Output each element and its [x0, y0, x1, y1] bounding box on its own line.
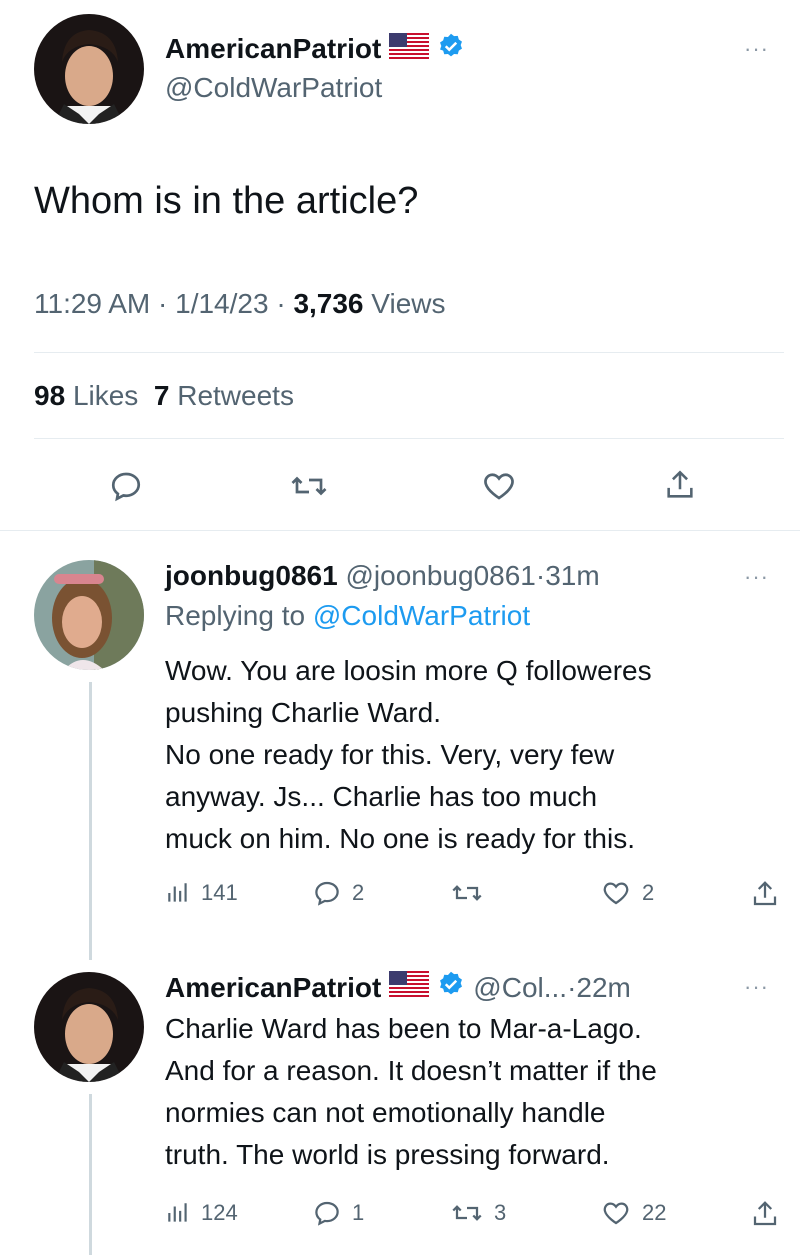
reply-text: Charlie Ward has been to Mar-a-Lago. And…	[165, 1013, 657, 1170]
views-icon	[168, 883, 187, 902]
retweet-button[interactable]: 3	[450, 1198, 506, 1228]
reply-icon	[315, 881, 339, 906]
retweets-count: 7	[153, 380, 170, 411]
likes-count: 98	[34, 380, 66, 411]
share-icon	[753, 1201, 777, 1226]
likes-count: 22	[642, 1200, 667, 1225]
divider	[34, 438, 784, 439]
retweet-icon	[291, 476, 327, 496]
heart-icon	[484, 473, 514, 500]
author-line: AmericanPatriot	[165, 32, 465, 65]
avatar[interactable]	[34, 972, 144, 1082]
retweet-button[interactable]	[289, 468, 329, 509]
separator: ·	[567, 971, 577, 1003]
separator: ·	[158, 288, 168, 319]
display-name[interactable]: AmericanPatriot	[165, 33, 381, 65]
avatar[interactable]	[34, 560, 144, 670]
tweet-meta: 11:29 AM · 1/14/23 · 3,736 Views	[34, 288, 445, 320]
views-count: 124	[201, 1200, 238, 1225]
likes-label: Likes	[72, 380, 139, 411]
views-count: 141	[201, 880, 238, 905]
replying-handle-link[interactable]: @ColdWarPatriot	[313, 600, 530, 631]
views-count: 3,736	[293, 288, 364, 319]
views-stat[interactable]: 124	[165, 1198, 238, 1228]
share-icon	[667, 470, 693, 498]
reply-text: Wow. You are loosin more Q followeres pu…	[165, 655, 652, 854]
reply-header: AmericanPatriot @Col...·22m	[165, 970, 631, 1005]
views-label: Views	[371, 288, 446, 319]
likes-count: 2	[642, 880, 655, 905]
handle[interactable]: @joonbug0861	[345, 560, 535, 591]
verified-badge-icon	[437, 32, 465, 65]
more-options-icon[interactable]: ···	[744, 974, 769, 1000]
avatar[interactable]	[34, 14, 144, 124]
reply-time[interactable]: 22m	[576, 972, 630, 1003]
views-stat[interactable]: 141	[165, 878, 238, 908]
retweet-button[interactable]	[450, 878, 494, 908]
separator: ·	[276, 288, 286, 319]
retweet-icon	[452, 885, 482, 901]
retweets-count: 3	[494, 1200, 507, 1225]
reply-time[interactable]: 31m	[545, 560, 599, 591]
reply-icon	[111, 472, 141, 502]
heart-icon	[603, 1202, 629, 1225]
likes-stat[interactable]: 98 Likes	[34, 380, 138, 411]
like-button[interactable]: 22	[600, 1198, 666, 1228]
share-button[interactable]	[750, 1198, 780, 1235]
more-options-icon[interactable]: ···	[744, 564, 769, 590]
tweet-date[interactable]: 1/14/23	[175, 288, 268, 319]
like-button[interactable]: 2	[600, 878, 654, 908]
reply-button[interactable]	[108, 468, 144, 509]
reply-header: joonbug0861 @joonbug0861·31m	[165, 560, 600, 592]
tweet-text: Whom is in the article?	[34, 180, 419, 222]
thread-line	[89, 1094, 92, 1255]
share-button[interactable]	[750, 878, 780, 915]
separator: ·	[535, 560, 546, 591]
engagement-stats: 98 Likes 7 Retweets	[34, 380, 294, 412]
views-icon	[168, 1203, 187, 1222]
retweets-label: Retweets	[177, 380, 294, 411]
divider	[34, 352, 784, 353]
handle[interactable]: @ColdWarPatriot	[165, 72, 382, 104]
reply-icon	[315, 1201, 339, 1226]
retweet-icon	[452, 1205, 482, 1221]
more-options-icon[interactable]: ···	[744, 36, 769, 62]
replies-count: 1	[352, 1200, 365, 1225]
thread-line	[89, 682, 92, 960]
reply-button[interactable]: 2	[312, 878, 364, 908]
heart-icon	[603, 882, 629, 905]
divider	[0, 530, 800, 531]
replies-count: 2	[352, 880, 365, 905]
handle[interactable]: @Col...	[473, 972, 567, 1003]
retweets-stat[interactable]: 7 Retweets	[154, 380, 294, 411]
replying-to: Replying to @ColdWarPatriot	[165, 600, 530, 632]
replying-label: Replying to	[165, 600, 306, 631]
display-name[interactable]: joonbug0861	[165, 560, 338, 591]
us-flag-icon	[389, 971, 430, 1004]
display-name[interactable]: AmericanPatriot	[165, 972, 381, 1004]
share-icon	[753, 881, 777, 906]
reply-button[interactable]: 1	[312, 1198, 364, 1228]
us-flag-icon	[389, 33, 430, 64]
tweet-time[interactable]: 11:29 AM	[34, 288, 150, 319]
share-button[interactable]	[663, 466, 697, 509]
verified-badge-icon	[437, 970, 465, 1005]
like-button[interactable]	[480, 468, 518, 509]
